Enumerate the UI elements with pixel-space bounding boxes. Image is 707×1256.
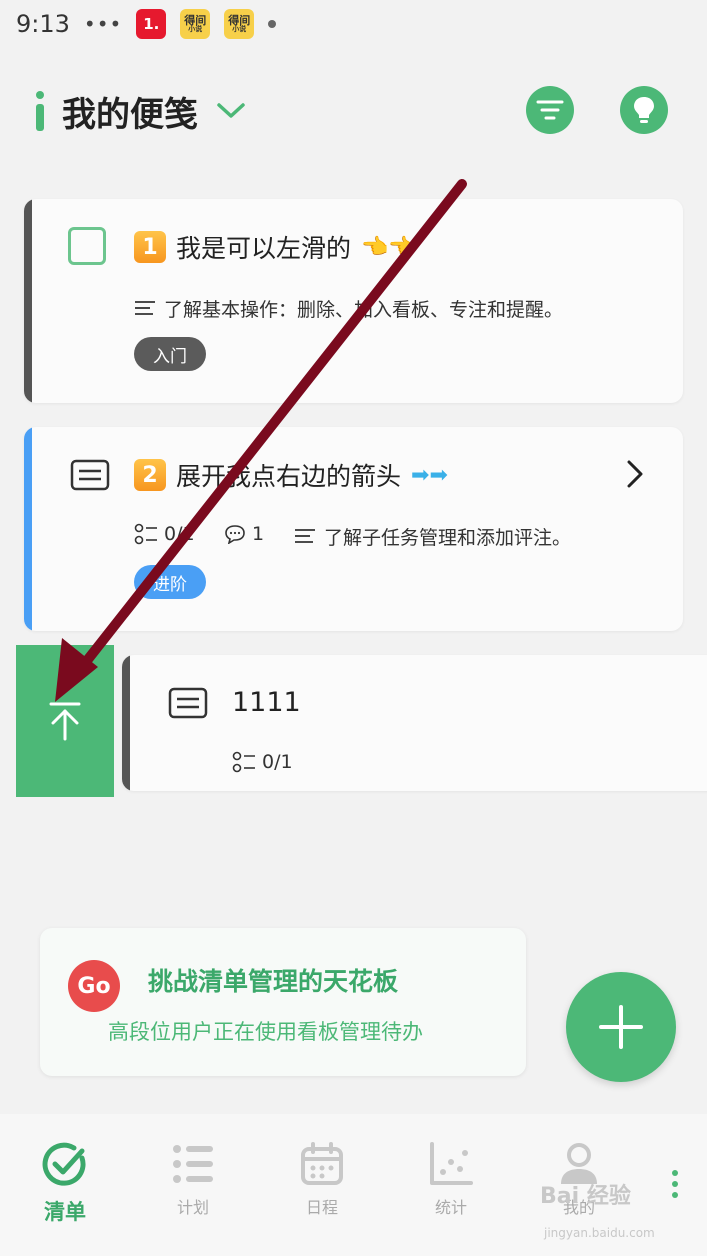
nav-item-plan[interactable]: 计划 (138, 1142, 248, 1218)
notification-app-icon: 1. (136, 9, 167, 39)
task-title: 2 展开我点右边的箭头 ➡➡ (134, 457, 448, 493)
promo-banner[interactable]: Go 挑战清单管理的天花板 高段位用户正在使用看板管理待办 (40, 928, 526, 1076)
note-card-icon (168, 687, 208, 719)
task-description-text: 了解基本操作：删除、加入看板、专注和提醒。 (164, 299, 564, 321)
lightbulb-icon (634, 97, 654, 123)
task-title: 1111 (232, 687, 301, 718)
notes-icon (135, 300, 155, 315)
status-bar: 9:13 ••• 1. 得间 小说 得间 小说 (0, 0, 707, 48)
tips-button[interactable] (620, 86, 668, 134)
status-time: 9:13 (16, 10, 70, 38)
list-icon (173, 1145, 213, 1183)
plus-icon (599, 1005, 643, 1049)
more-options-icon[interactable] (672, 1170, 678, 1198)
list-switcher[interactable]: 我的便笺 (36, 85, 246, 137)
comment-count: 1 (224, 523, 264, 545)
nav-label: 日程 (305, 1198, 338, 1217)
notes-icon (295, 528, 315, 543)
watermark: Bai 经验 (540, 1184, 631, 1209)
subtask-count: 0/1 (232, 751, 293, 773)
task-tag[interactable]: 入门 (134, 337, 206, 371)
promo-subtitle: 高段位用户正在使用看板管理待办 (108, 1020, 423, 1044)
pin-top-icon (49, 702, 81, 741)
task-card[interactable]: 2 展开我点右边的箭头 ➡➡ 0/1 1 了解子任务管理和添加评注。 进阶 (24, 427, 683, 631)
task-title-text: 展开我点右边的箭头 (176, 462, 402, 491)
task-card[interactable]: 1111 0/1 (122, 655, 707, 791)
add-task-button[interactable] (566, 972, 676, 1082)
arrow-right-icon: ➡➡ (411, 462, 448, 488)
nav-label: 清单 (44, 1200, 86, 1224)
app-logo-icon (36, 91, 44, 131)
comment-count-text: 1 (252, 523, 265, 545)
subtask-icon (232, 751, 255, 773)
expand-chevron-icon[interactable] (626, 459, 644, 489)
status-dot (268, 20, 277, 28)
promo-title: 挑战清单管理的天花板 (148, 967, 399, 996)
nav-label: 统计 (434, 1198, 467, 1217)
scatter-chart-icon (430, 1142, 473, 1185)
subtask-icon (134, 523, 157, 545)
checkmark-circle-icon (42, 1142, 86, 1186)
watermark-url: jingyan.baidu.com (544, 1226, 655, 1240)
task-description-text: 了解子任务管理和添加评注。 (324, 527, 572, 549)
novel-icon-bottom: 小说 (188, 25, 203, 33)
subtask-count-text: 0/1 (164, 523, 195, 545)
task-description: 了解子任务管理和添加评注。 (294, 523, 571, 550)
pointing-hand-icon: 👈👈 (361, 234, 416, 260)
notification-novel-icon-2: 得间 小说 (224, 9, 255, 39)
task-priority-bar (24, 199, 32, 403)
note-card-icon (70, 459, 110, 491)
task-title-text: 我是可以左滑的 (176, 234, 352, 263)
comment-icon (225, 525, 245, 544)
novel-icon-bottom-2: 小说 (232, 25, 247, 33)
nav-item-stats[interactable]: 统计 (396, 1142, 506, 1218)
nav-label: 计划 (176, 1198, 209, 1217)
task-priority-bar (24, 427, 32, 631)
number-one-icon: 1 (134, 231, 166, 263)
task-checkbox[interactable] (68, 227, 106, 265)
filter-button[interactable] (526, 86, 574, 134)
task-tag[interactable]: 进阶 (134, 565, 206, 599)
nav-item-list[interactable]: 清单 (10, 1142, 120, 1226)
notification-novel-icon: 得间 小说 (180, 9, 211, 39)
number-two-icon: 2 (134, 459, 166, 491)
chevron-down-icon (217, 103, 245, 118)
task-description: 了解基本操作：删除、加入看板、专注和提醒。 (134, 295, 563, 322)
task-title: 1 我是可以左滑的 👈👈 (134, 229, 416, 265)
page-title: 我的便笺 (62, 94, 198, 135)
task-card[interactable]: 1 我是可以左滑的 👈👈 了解基本操作：删除、加入看板、专注和提醒。 入门 (24, 199, 683, 403)
task-priority-bar (122, 655, 130, 791)
subtask-count: 0/1 (134, 523, 195, 545)
nav-item-schedule[interactable]: 日程 (267, 1142, 377, 1218)
status-more-dots: ••• (83, 12, 123, 36)
pin-to-top-button[interactable] (16, 645, 114, 797)
subtask-count-text: 0/1 (262, 751, 293, 773)
go-icon: Go (68, 960, 120, 1012)
calendar-icon (301, 1142, 343, 1185)
filter-icon (536, 100, 564, 120)
